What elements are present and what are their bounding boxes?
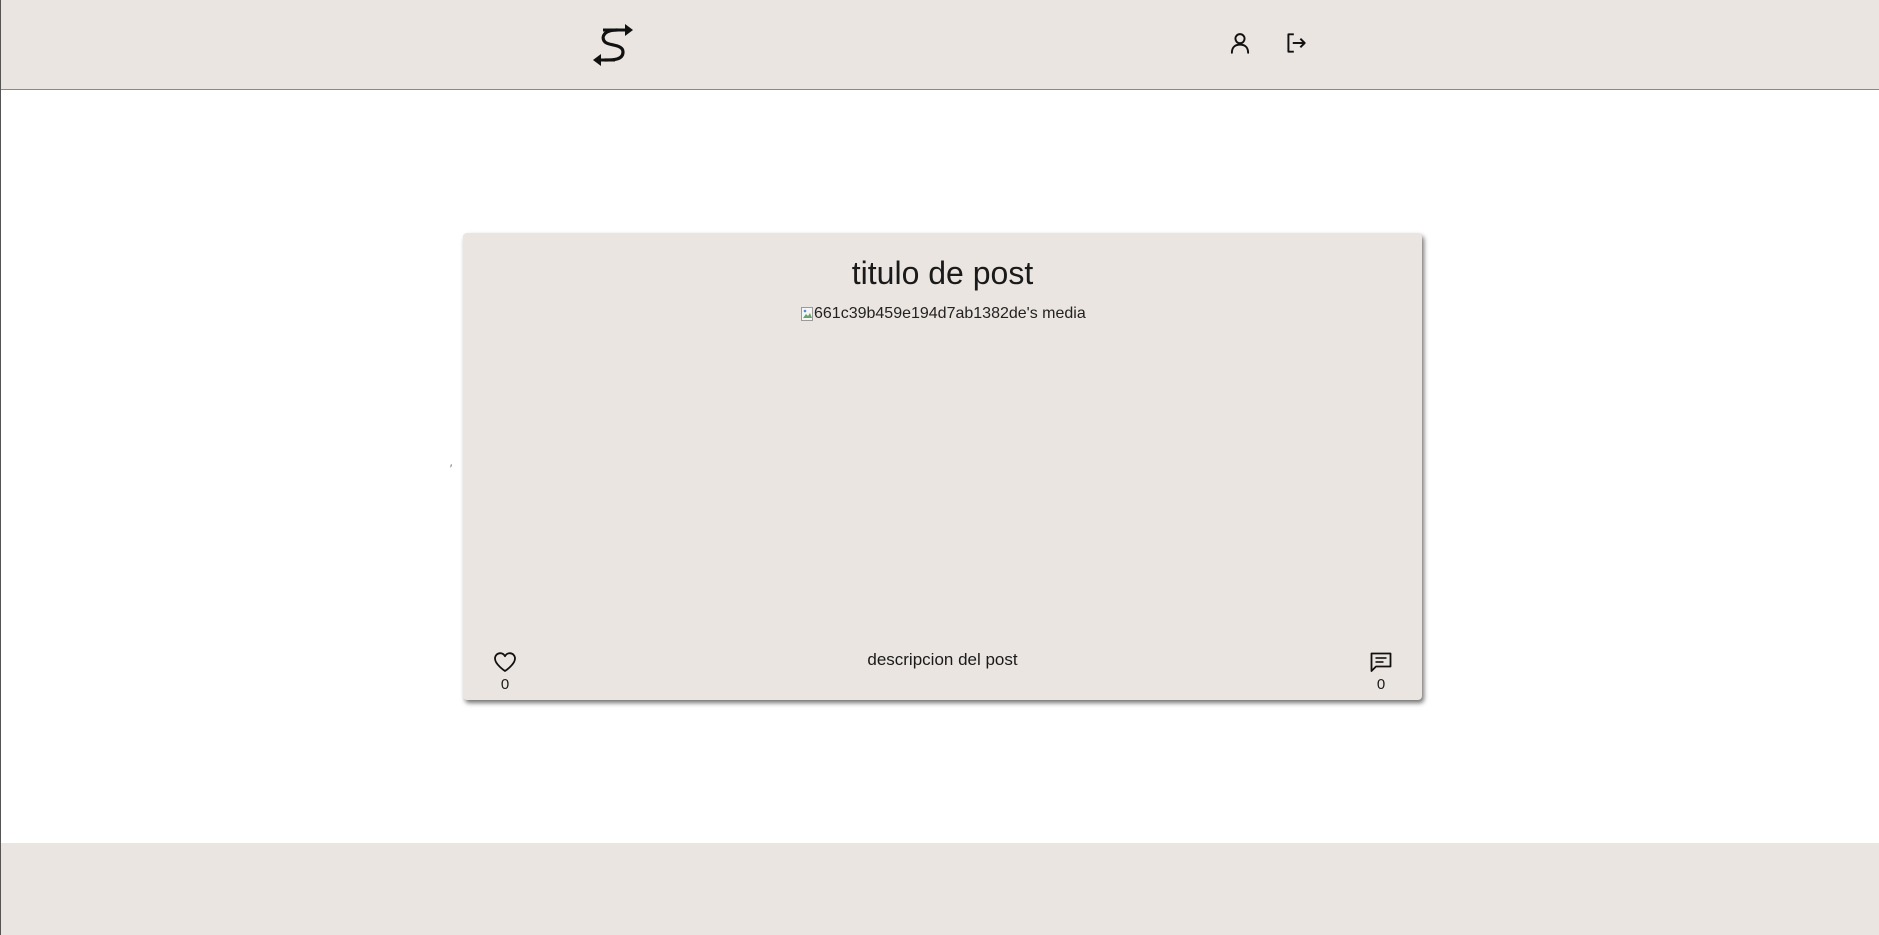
post-description: descripcion del post xyxy=(867,650,1018,669)
broken-image-icon xyxy=(801,307,813,321)
swap-s-logo-icon[interactable] xyxy=(589,20,637,68)
page: ′ titulo de post 661c39b459e194d7ab1382d… xyxy=(0,0,1879,935)
app-footer xyxy=(1,843,1879,935)
comment-count: 0 xyxy=(1376,676,1386,693)
post-title: titulo de post xyxy=(851,255,1034,291)
comment-icon xyxy=(1370,652,1392,672)
app-header xyxy=(1,0,1879,90)
comment-button[interactable]: 0 xyxy=(1361,651,1401,693)
logout-icon[interactable] xyxy=(1283,30,1309,56)
stray-mark: ′ xyxy=(450,463,453,475)
like-count: 0 xyxy=(500,676,510,693)
post-media-alt-text: 661c39b459e194d7ab1382de's media xyxy=(814,305,1086,322)
post-media: 661c39b459e194d7ab1382de's media xyxy=(801,305,1086,323)
user-icon[interactable] xyxy=(1227,30,1253,56)
post-card: titulo de post 661c39b459e194d7ab1382de'… xyxy=(463,233,1422,700)
like-button[interactable]: 0 xyxy=(485,651,525,693)
heart-icon xyxy=(494,652,516,672)
